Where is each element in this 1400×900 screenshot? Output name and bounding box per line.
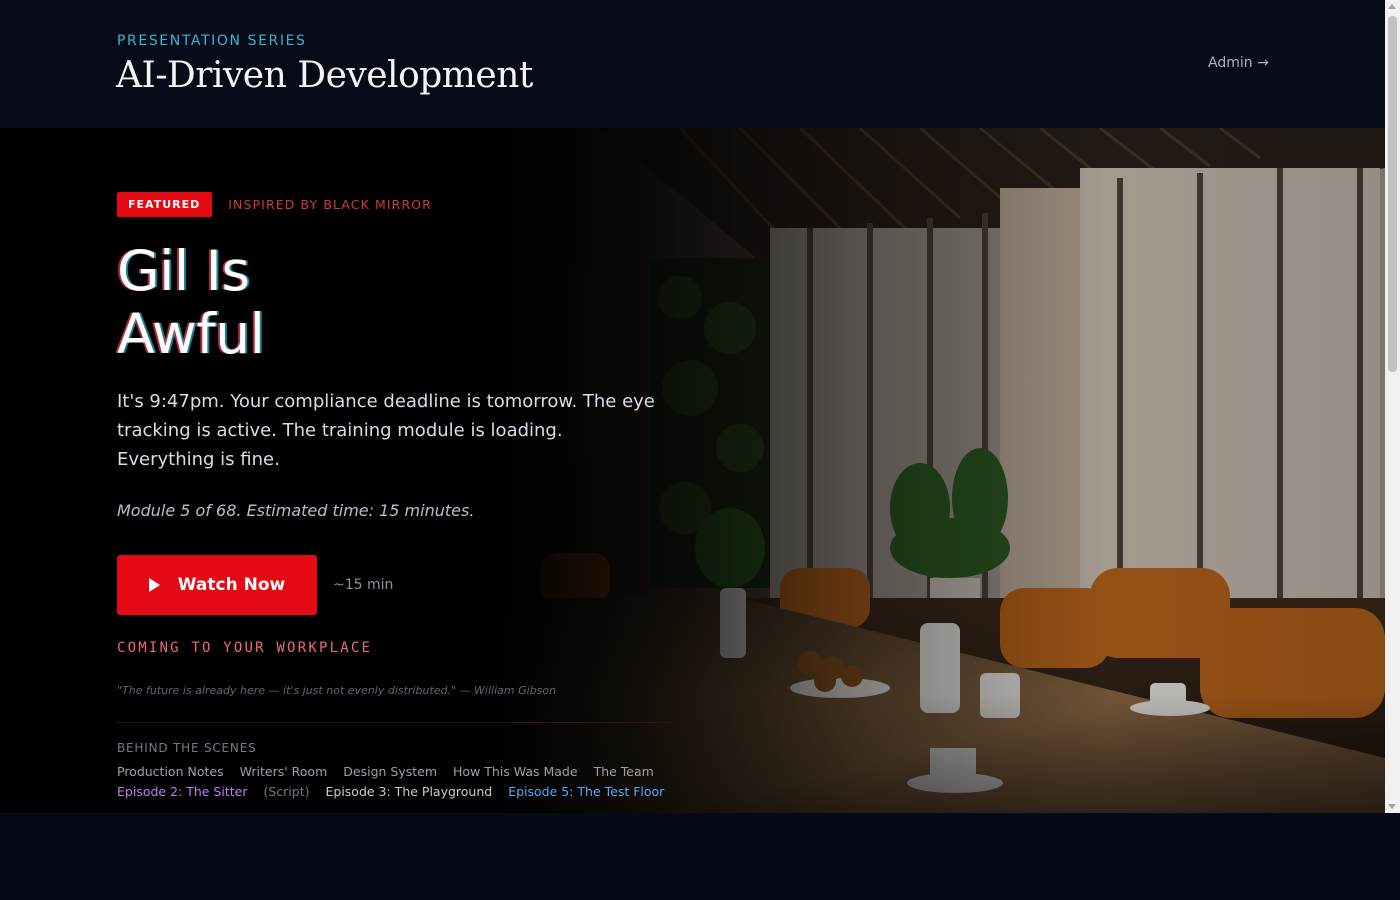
badge-row: FEATURED INSPIRED BY BLACK MIRROR — [117, 192, 432, 217]
link-design-system[interactable]: Design System — [343, 764, 437, 779]
scroll-up-arrow-icon[interactable] — [1388, 4, 1396, 9]
link-how-this-was-made[interactable]: How This Was Made — [453, 764, 578, 779]
hero-section: FEATURED INSPIRED BY BLACK MIRROR Gil Is… — [0, 128, 1385, 813]
admin-link[interactable]: Admin → — [1208, 55, 1269, 71]
scroll-down-arrow-icon[interactable] — [1388, 804, 1396, 809]
featured-badge: FEATURED — [117, 192, 213, 217]
link-the-team[interactable]: The Team — [594, 764, 654, 779]
link-production-notes[interactable]: Production Notes — [117, 764, 224, 779]
tagline: COMING TO YOUR WORKPLACE — [117, 640, 373, 656]
series-label: PRESENTATION SERIES — [117, 33, 307, 49]
episode-title-line-2: Awful — [117, 302, 265, 366]
duration-label: ~15 min — [333, 577, 394, 593]
behind-the-scenes-links: Production Notes Writers' Room Design Sy… — [117, 764, 670, 779]
quote: "The future is already here — it's just … — [117, 684, 557, 697]
watch-now-button[interactable]: Watch Now — [117, 555, 317, 615]
episode-synopsis: It's 9:47pm. Your compliance deadline is… — [117, 391, 655, 470]
watch-now-label: Watch Now — [177, 575, 286, 595]
vertical-scrollbar[interactable] — [1385, 0, 1400, 813]
link-episode-3[interactable]: Episode 3: The Playground — [325, 784, 492, 799]
scrollbar-thumb[interactable] — [1388, 16, 1397, 372]
link-episode-5[interactable]: Episode 5: The Test Floor — [508, 784, 664, 799]
episode-title: Gil Is Awful — [117, 239, 265, 366]
site-title[interactable]: AI-Driven Development — [116, 55, 533, 96]
episode-title-line-1: Gil Is — [117, 239, 250, 303]
link-episode-2-script[interactable]: (Script) — [263, 784, 309, 799]
behind-the-scenes-heading: BEHIND THE SCENES — [117, 741, 257, 755]
divider — [117, 722, 670, 723]
play-icon — [148, 578, 160, 592]
module-info: Module 5 of 68. Estimated time: 15 minut… — [117, 501, 475, 520]
link-episode-2[interactable]: Episode 2: The Sitter — [117, 784, 247, 799]
episode-links: Episode 2: The Sitter (Script) Episode 3… — [117, 784, 680, 799]
site-header: PRESENTATION SERIES AI-Driven Developmen… — [0, 0, 1385, 128]
inspired-by-label: INSPIRED BY BLACK MIRROR — [228, 197, 432, 212]
link-writers-room[interactable]: Writers' Room — [240, 764, 328, 779]
